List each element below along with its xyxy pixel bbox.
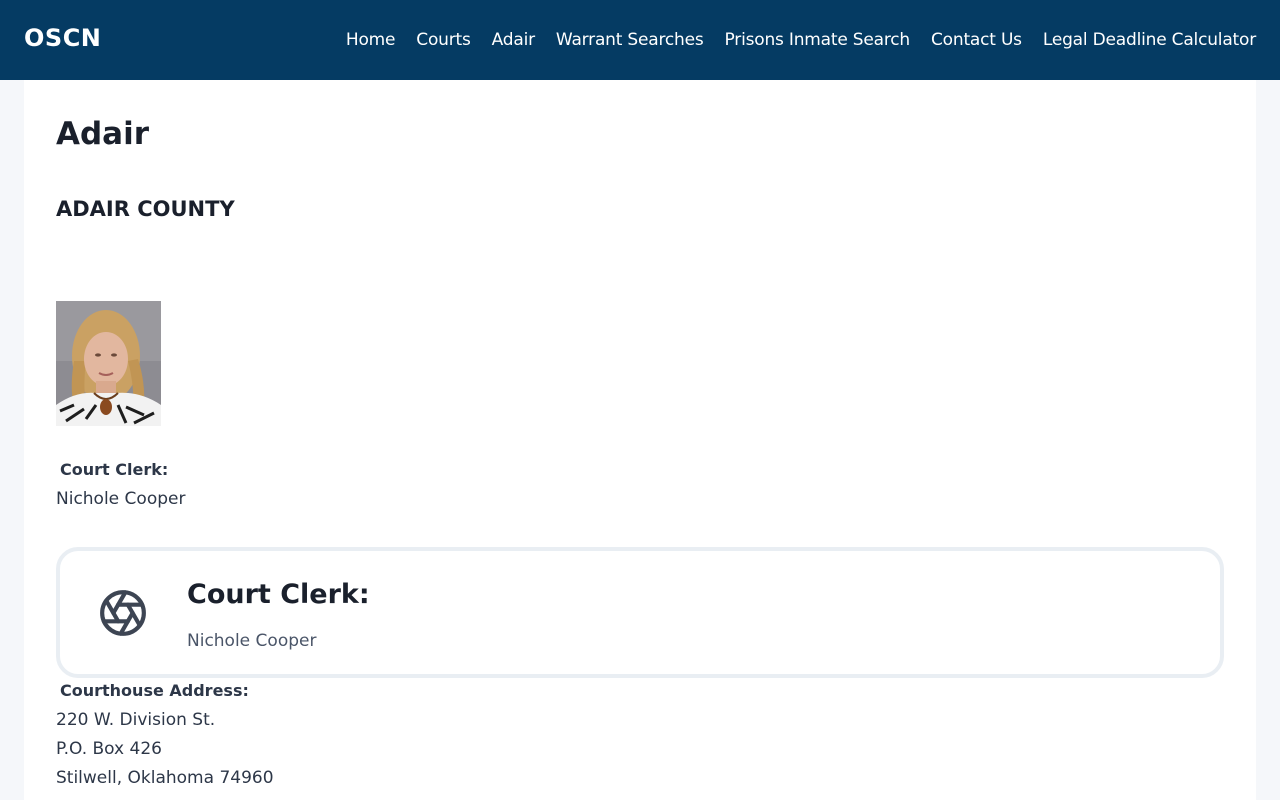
nav-home[interactable]: Home <box>346 30 396 50</box>
portrait-image <box>56 301 161 426</box>
address-line-2: P.O. Box 426 <box>56 739 162 759</box>
court-clerk-photo <box>56 301 161 426</box>
brand-logo-link[interactable]: OSCN <box>24 24 101 52</box>
court-clerk-card: Court Clerk: Nichole Cooper <box>56 547 1224 678</box>
nav-courts[interactable]: Courts <box>416 30 471 50</box>
county-heading: ADAIR COUNTY <box>56 197 235 221</box>
nav-warrant-searches[interactable]: Warrant Searches <box>556 30 704 50</box>
card-clerk-name: Nichole Cooper <box>187 631 317 651</box>
main-content: Adair ADAIR COUNTY Court Clerk: Nichole … <box>24 80 1256 800</box>
nav-adair[interactable]: Adair <box>492 30 535 50</box>
court-clerk-label: Court Clerk: <box>60 460 169 479</box>
page-title: Adair <box>56 116 150 152</box>
main-nav: Home Courts Adair Warrant Searches Priso… <box>346 0 1256 80</box>
address-line-1: 220 W. Division St. <box>56 710 216 730</box>
courthouse-address-label: Courthouse Address: <box>60 681 249 700</box>
nav-contact-us[interactable]: Contact Us <box>931 30 1022 50</box>
court-clerk-name: Nichole Cooper <box>56 489 186 509</box>
nav-prisons-inmate-search[interactable]: Prisons Inmate Search <box>725 30 911 50</box>
top-navbar: OSCN Home Courts Adair Warrant Searches … <box>0 0 1280 80</box>
nav-legal-deadline-calculator[interactable]: Legal Deadline Calculator <box>1043 30 1256 50</box>
aperture-icon <box>100 590 146 636</box>
address-line-3: Stilwell, Oklahoma 74960 <box>56 768 274 788</box>
card-title: Court Clerk: <box>187 579 370 610</box>
